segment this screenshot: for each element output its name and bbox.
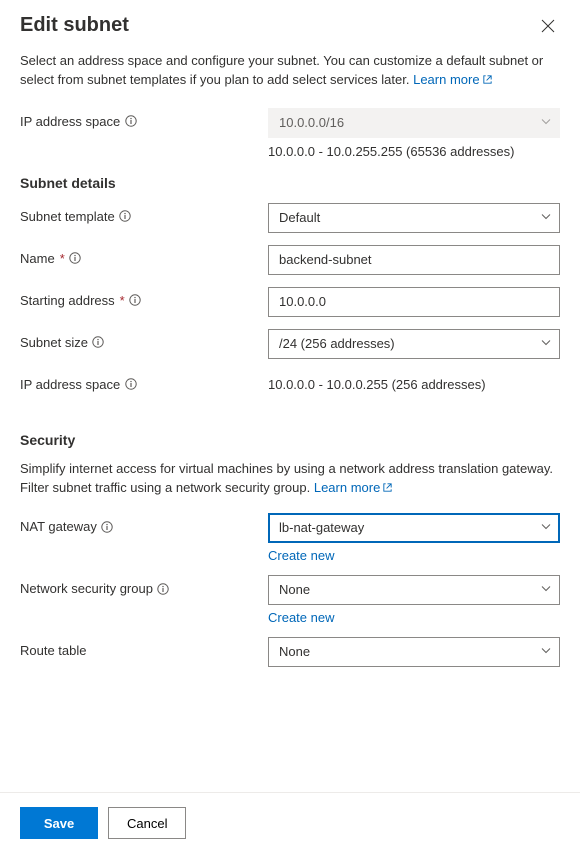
size-select[interactable]: /24 (256 addresses) bbox=[268, 329, 560, 359]
info-icon[interactable] bbox=[124, 115, 137, 128]
template-label: Subnet template bbox=[20, 209, 115, 224]
size-label: Subnet size bbox=[20, 335, 88, 350]
nsg-create-link[interactable]: Create new bbox=[268, 610, 334, 625]
info-icon[interactable] bbox=[119, 210, 132, 223]
external-link-icon bbox=[382, 482, 393, 493]
info-icon[interactable] bbox=[157, 582, 170, 595]
external-link-icon bbox=[482, 74, 493, 85]
save-button[interactable]: Save bbox=[20, 807, 98, 839]
page-title: Edit subnet bbox=[20, 14, 129, 37]
panel-footer: Save Cancel bbox=[0, 792, 580, 853]
computed-space-value: 10.0.0.0 - 10.0.0.255 (256 addresses) bbox=[268, 377, 486, 392]
start-addr-label: Starting address bbox=[20, 293, 115, 308]
learn-more-link-top[interactable]: Learn more bbox=[413, 72, 492, 87]
panel-description: Select an address space and configure yo… bbox=[20, 52, 560, 90]
info-icon[interactable] bbox=[101, 520, 114, 533]
nat-create-link[interactable]: Create new bbox=[268, 548, 334, 563]
security-description: Simplify internet access for virtual mac… bbox=[20, 460, 560, 498]
info-icon[interactable] bbox=[69, 252, 82, 265]
computed-space-label: IP address space bbox=[20, 377, 120, 392]
nsg-select[interactable]: None bbox=[268, 575, 560, 605]
template-select[interactable]: Default bbox=[268, 203, 560, 233]
start-addr-input[interactable] bbox=[268, 287, 560, 317]
ip-space-helper: 10.0.0.0 - 10.0.255.255 (65536 addresses… bbox=[268, 144, 560, 159]
nat-label: NAT gateway bbox=[20, 519, 97, 534]
ip-space-label: IP address space bbox=[20, 114, 120, 129]
info-icon[interactable] bbox=[129, 294, 142, 307]
info-icon[interactable] bbox=[124, 378, 137, 391]
route-select[interactable]: None bbox=[268, 637, 560, 667]
close-icon bbox=[541, 19, 555, 33]
security-heading: Security bbox=[20, 432, 560, 448]
info-icon[interactable] bbox=[92, 336, 105, 349]
ip-space-select: 10.0.0.0/16 bbox=[268, 108, 560, 138]
subnet-details-heading: Subnet details bbox=[20, 175, 560, 191]
learn-more-link-security[interactable]: Learn more bbox=[314, 480, 393, 495]
cancel-button[interactable]: Cancel bbox=[108, 807, 186, 839]
name-label: Name bbox=[20, 251, 55, 266]
close-button[interactable] bbox=[536, 14, 560, 38]
nat-select[interactable]: lb-nat-gateway bbox=[268, 513, 560, 543]
route-label: Route table bbox=[20, 643, 87, 658]
name-input[interactable] bbox=[268, 245, 560, 275]
nsg-label: Network security group bbox=[20, 581, 153, 596]
